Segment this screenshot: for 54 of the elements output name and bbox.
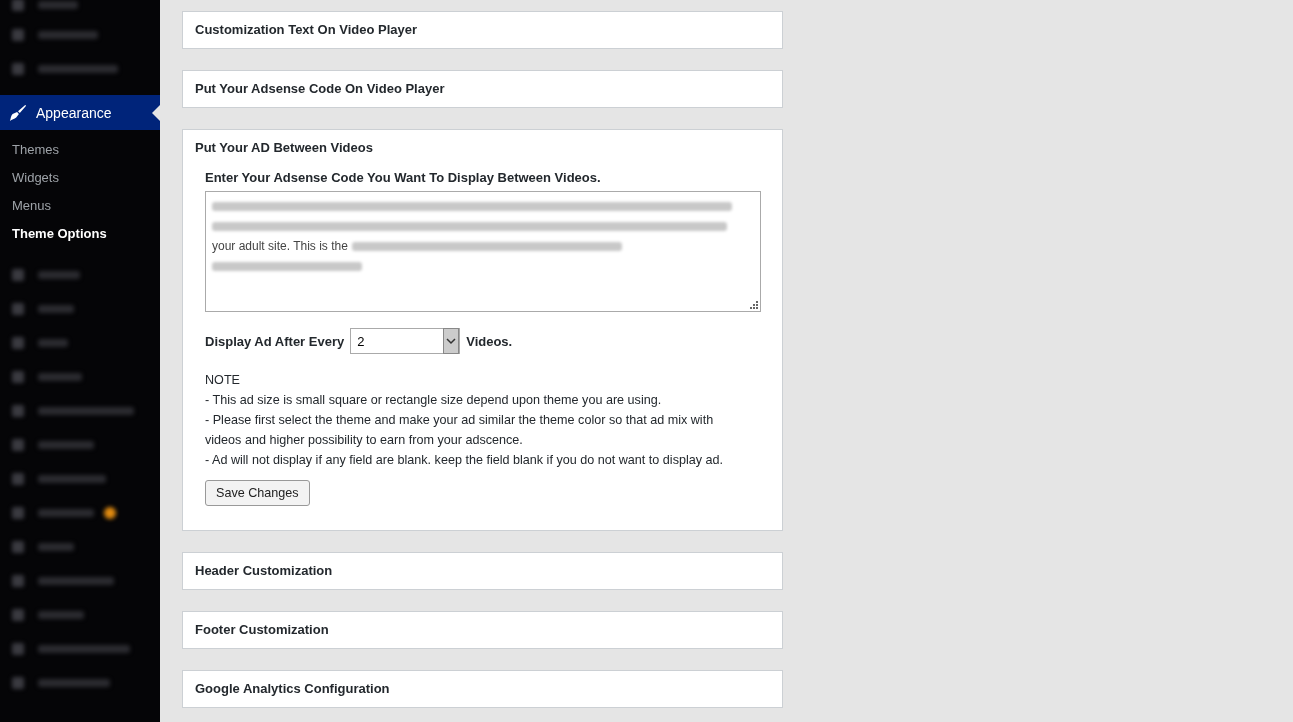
blurred-menu-label — [38, 611, 84, 619]
submenu-item[interactable]: Theme Options — [0, 220, 160, 248]
paintbrush-icon — [9, 103, 27, 122]
blurred-menu-icon — [12, 0, 24, 11]
blurred-menu-icon — [12, 371, 24, 383]
note-text: - Ad will not display if any field are blank. keep the field blank if you do not want to display ad. — [205, 452, 725, 469]
resize-grip-icon — [750, 301, 758, 309]
code-text: your adult site. This is the — [212, 239, 348, 253]
panel-title[interactable]: Put Your Adsense Code On Video Player — [183, 71, 782, 107]
blurred-menu-icon — [12, 269, 24, 281]
submenu-item[interactable]: Menus — [0, 192, 160, 220]
blurred-menu-icon — [12, 473, 24, 485]
panel-title[interactable]: Put Your AD Between Videos — [183, 130, 782, 166]
save-changes-button[interactable]: Save Changes — [205, 480, 310, 506]
blurred-menu-label — [38, 271, 80, 279]
note-heading: NOTE — [205, 372, 241, 389]
blurred-menu-icon — [12, 63, 24, 75]
appearance-menu-item[interactable]: Appearance — [0, 95, 160, 130]
blurred-menu-icon — [12, 643, 24, 655]
submenu-item[interactable]: Widgets — [0, 164, 160, 192]
note-text: - This ad size is small square or rectangle size depend upon theme you are using. — [205, 392, 663, 409]
field-label: Display Ad After Every — [205, 333, 345, 349]
blurred-menu-label — [38, 441, 94, 449]
panel-title[interactable]: Customization Text On Video Player — [183, 12, 782, 48]
blurred-menu-icon — [12, 337, 24, 349]
blurred-menu-label — [38, 305, 74, 313]
blurred-menu-icon — [12, 29, 24, 41]
submenu-item[interactable]: Themes — [0, 136, 160, 164]
blurred-menu-icon — [12, 405, 24, 417]
note-text: - Please first select the theme and make your ad similar the theme color so that ad mix with videos and higher possibility to earn from your adscence. — [205, 412, 715, 449]
code-textarea[interactable]: your adult site. This is the — [205, 191, 761, 312]
blurred-menu-label — [38, 679, 110, 687]
field-label: Enter Your Adsense Code You Want To Display Between Videos. — [205, 170, 602, 185]
blurred-menu-icon — [12, 541, 24, 553]
blurred-menu-icon — [12, 439, 24, 451]
blurred-menu-icon — [12, 303, 24, 315]
field-suffix: Videos. — [466, 333, 513, 349]
blurred-menu-label — [38, 1, 78, 9]
panel-title[interactable]: Header Customization — [183, 553, 782, 589]
blurred-menu-label — [38, 31, 98, 39]
blurred-menu-icon — [12, 609, 24, 621]
panel-title[interactable]: Google Analytics Configuration — [183, 671, 782, 707]
blurred-menu-label — [38, 509, 94, 517]
blurred-menu-icon — [12, 507, 24, 519]
blurred-menu-label — [38, 339, 68, 347]
blurred-menu-icon — [12, 575, 24, 587]
panel-title[interactable]: Footer Customization — [183, 612, 782, 648]
blurred-menu-label — [38, 373, 82, 381]
count-dropdown[interactable]: 2 — [350, 328, 461, 354]
blurred-menu-label — [38, 475, 106, 483]
blurred-menu-label — [38, 543, 74, 551]
blurred-notification-dot — [104, 507, 116, 519]
blurred-menu-icon — [12, 677, 24, 689]
current-page-pointer — [152, 105, 160, 121]
